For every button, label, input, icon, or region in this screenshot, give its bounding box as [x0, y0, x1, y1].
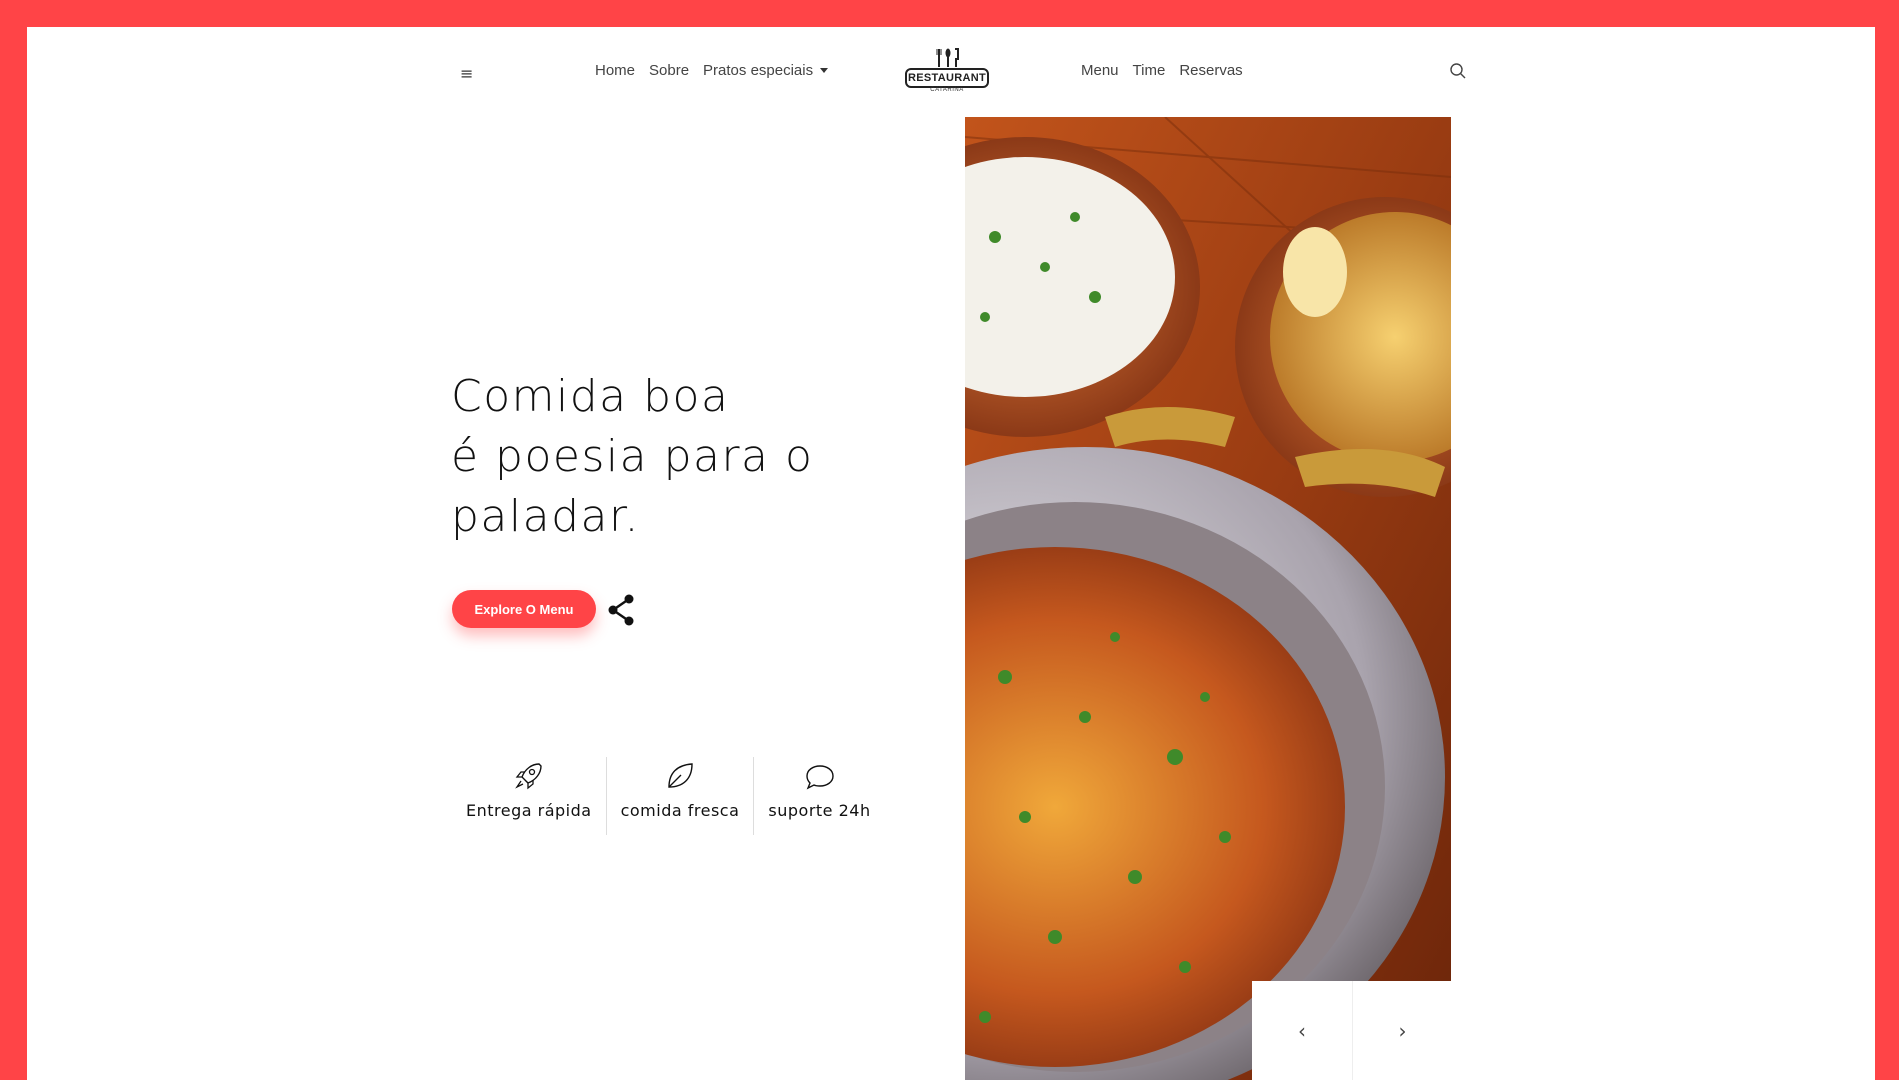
- feature-fresh-food: comida fresca: [605, 757, 754, 835]
- nav-link-home[interactable]: Home: [595, 62, 635, 79]
- rocket-icon: [514, 763, 542, 790]
- slider-prev-button[interactable]: ‹: [1252, 981, 1352, 1080]
- nav-link-sobre[interactable]: Sobre: [649, 62, 689, 79]
- feature-label: suporte 24h: [768, 801, 871, 820]
- nav-link-pratos-especiais-label: Pratos especiais: [703, 62, 814, 79]
- nav-left-group: Home Sobre Pratos especiais: [595, 62, 829, 79]
- search-icon[interactable]: [1449, 62, 1467, 80]
- hero-food-photo: [965, 117, 1451, 1080]
- leaf-icon: [668, 763, 693, 788]
- headline-line: Comida boa: [451, 371, 730, 422]
- chevron-left-icon: ‹: [1298, 1018, 1306, 1043]
- feature-fast-delivery: Entrega rápida: [452, 757, 606, 835]
- slider-next-button[interactable]: ›: [1352, 981, 1452, 1080]
- explore-menu-button[interactable]: Explore O Menu: [452, 590, 596, 628]
- headline-line: paladar.: [451, 491, 641, 542]
- page-frame: ≡ Home Sobre Pratos especiais RESTAURANT…: [27, 27, 1875, 1080]
- nav-right-group: Menu Time Reservas: [1081, 62, 1243, 79]
- chevron-right-icon: ›: [1398, 1018, 1407, 1043]
- nav-link-time[interactable]: Time: [1133, 62, 1166, 79]
- slider-controls: ‹ ›: [1252, 981, 1452, 1080]
- nav-link-pratos-especiais[interactable]: Pratos especiais: [703, 62, 829, 79]
- food-photo-illustration: [965, 117, 1451, 1080]
- top-navigation: ≡ Home Sobre Pratos especiais RESTAURANT…: [27, 27, 1875, 117]
- hamburger-menu-icon[interactable]: ≡: [460, 64, 473, 83]
- feature-support-24h: suporte 24h: [753, 757, 884, 835]
- feature-label: Entrega rápida: [466, 801, 592, 820]
- features-row: Entrega rápida comida fresca suporte 24h: [452, 757, 885, 835]
- share-icon[interactable]: [605, 593, 637, 627]
- restaurant-logo[interactable]: RESTAURANT CATARINA: [901, 47, 997, 97]
- nav-link-reservas[interactable]: Reservas: [1179, 62, 1242, 79]
- nav-link-menu[interactable]: Menu: [1081, 62, 1119, 79]
- hero-headline: Comida boa é poesia para o paladar.: [451, 367, 813, 547]
- utensils-icon: [936, 48, 959, 67]
- chat-bubble-icon: [805, 765, 834, 790]
- logo-subtitle: CATARINA: [930, 87, 964, 93]
- logo-wordmark: RESTAURANT: [905, 68, 989, 88]
- feature-label: comida fresca: [620, 801, 740, 820]
- headline-line: é poesia para o: [451, 431, 814, 482]
- caret-down-icon: [820, 68, 829, 73]
